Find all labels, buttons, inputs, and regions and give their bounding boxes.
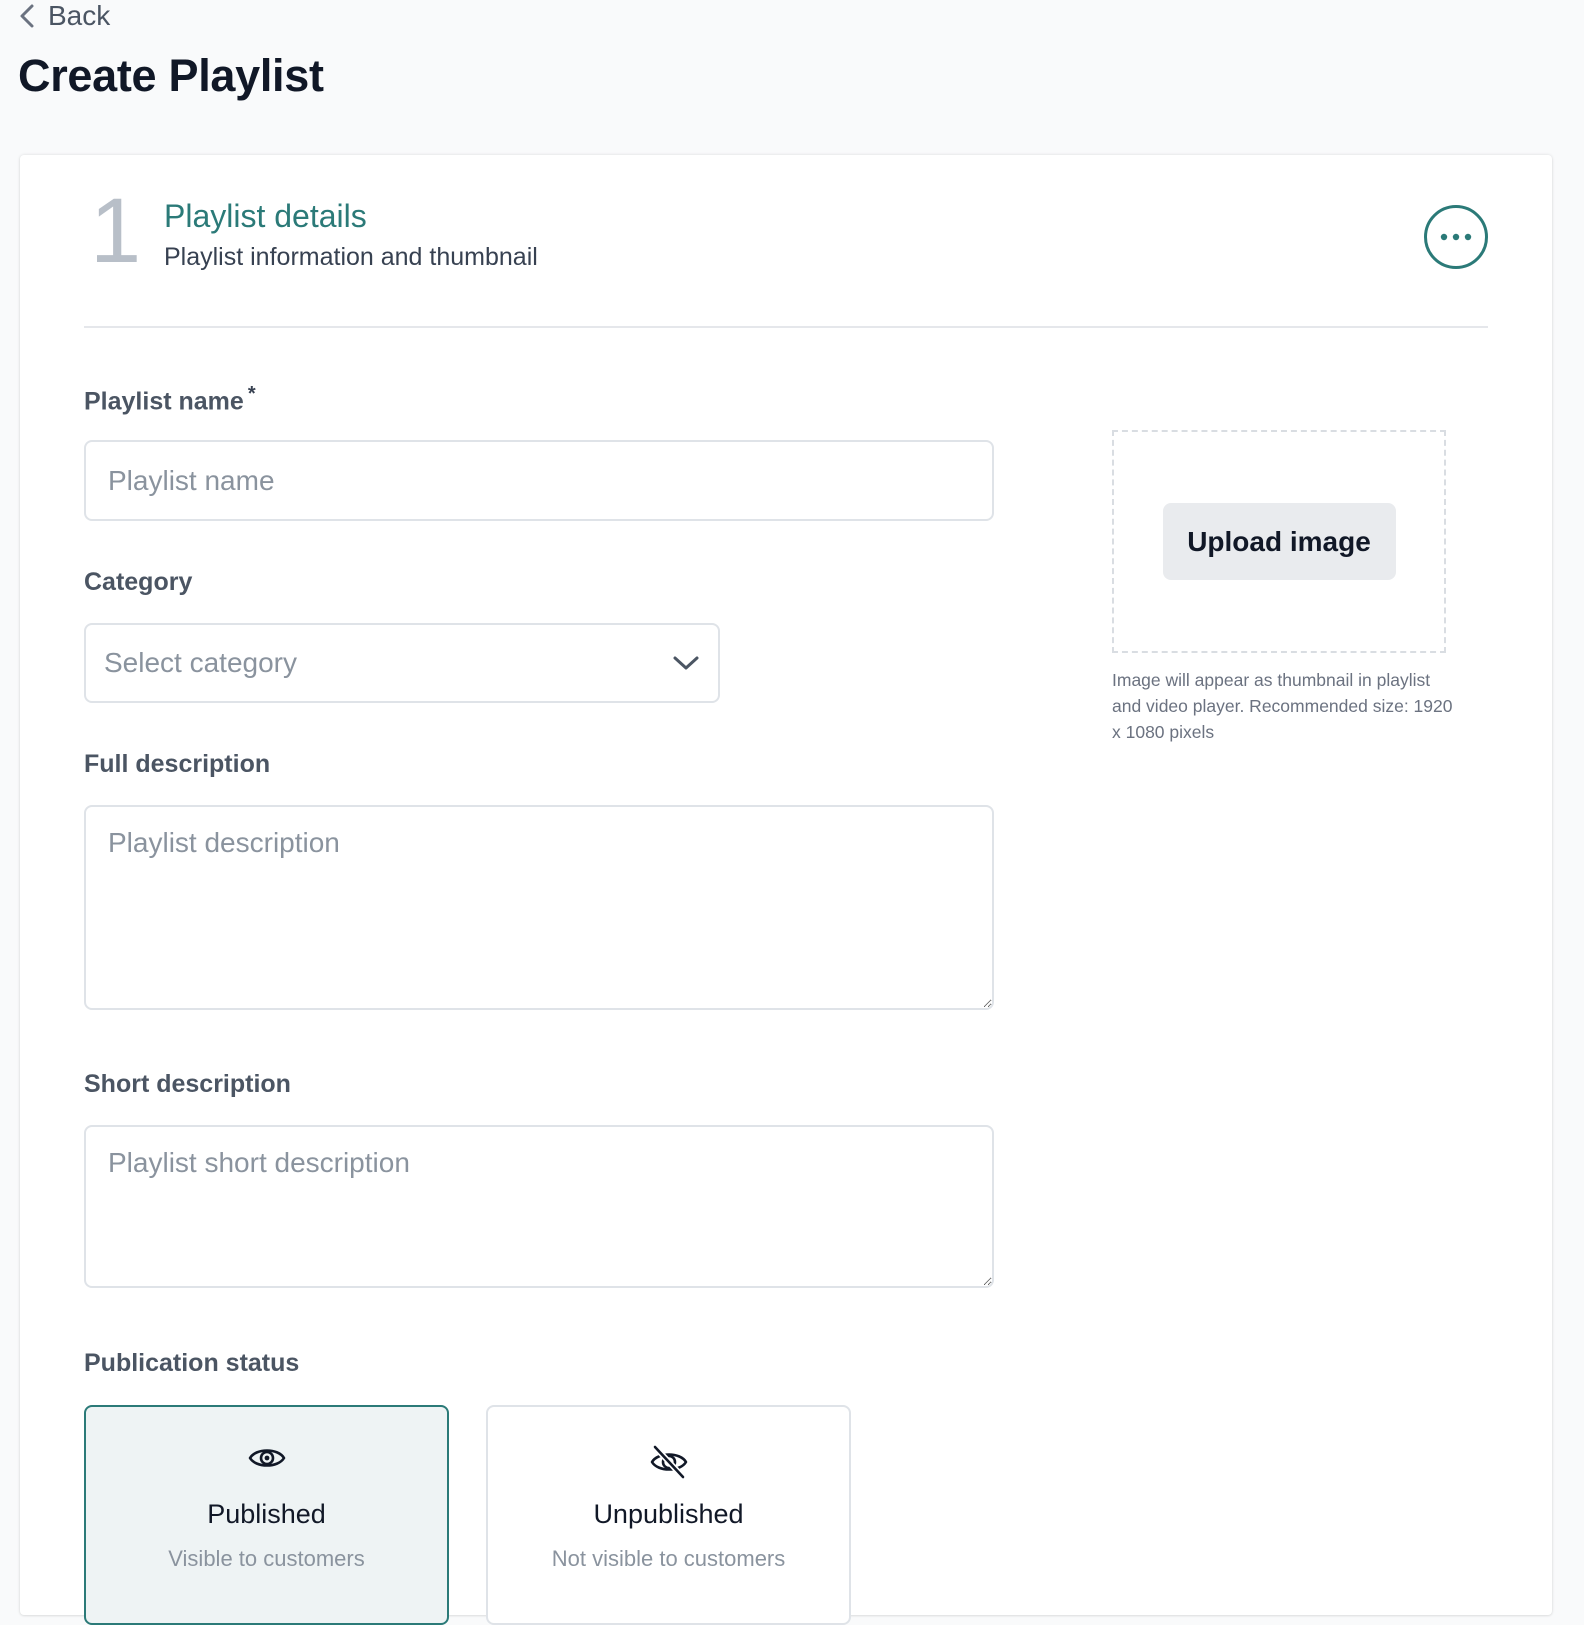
playlist-name-label: Playlist name * xyxy=(84,383,256,416)
eye-icon xyxy=(248,1449,285,1467)
step-title: Playlist details xyxy=(164,198,367,234)
short-description-textarea[interactable] xyxy=(84,1125,994,1288)
category-label: Category xyxy=(84,568,193,596)
status-option-published[interactable]: Published Visible to customers xyxy=(84,1405,449,1625)
back-label: Back xyxy=(48,0,111,31)
upload-hint-text: Image will appear as thumbnail in playli… xyxy=(1112,670,1453,742)
section-divider xyxy=(84,326,1488,328)
back-link[interactable]: Back xyxy=(18,0,110,32)
category-select-value: Select category xyxy=(104,647,297,678)
more-options-button[interactable] xyxy=(1424,205,1488,269)
category-select[interactable]: Select category xyxy=(84,623,720,703)
status-option-subtitle: Visible to customers xyxy=(168,1546,365,1571)
status-option-title: Published xyxy=(207,1499,326,1529)
required-mark: * xyxy=(247,383,256,405)
playlist-details-card: 1 Playlist details Playlist information … xyxy=(20,155,1552,1625)
status-option-subtitle: Not visible to customers xyxy=(551,1546,786,1571)
chevron-left-icon xyxy=(20,4,34,28)
playlist-name-label-text: Playlist name xyxy=(84,387,244,416)
page-title: Create Playlist xyxy=(18,50,324,101)
short-description-label: Short description xyxy=(84,1070,291,1098)
chevron-down-icon xyxy=(673,656,699,670)
upload-image-button[interactable]: Upload image xyxy=(1162,503,1396,580)
full-description-label: Full description xyxy=(84,750,271,778)
more-horizontal-icon xyxy=(1440,233,1472,241)
playlist-name-input[interactable] xyxy=(84,440,994,521)
step-number: 1 xyxy=(90,180,142,282)
full-description-textarea[interactable] xyxy=(84,805,994,1010)
thumbnail-upload-zone[interactable]: Upload image xyxy=(1112,430,1446,653)
status-option-unpublished[interactable]: Unpublished Not visible to customers xyxy=(486,1405,851,1625)
eye-off-icon xyxy=(650,1444,687,1480)
publication-status-label: Publication status xyxy=(84,1349,300,1377)
step-subtitle: Playlist information and thumbnail xyxy=(164,243,538,271)
status-option-title: Unpublished xyxy=(593,1499,744,1529)
